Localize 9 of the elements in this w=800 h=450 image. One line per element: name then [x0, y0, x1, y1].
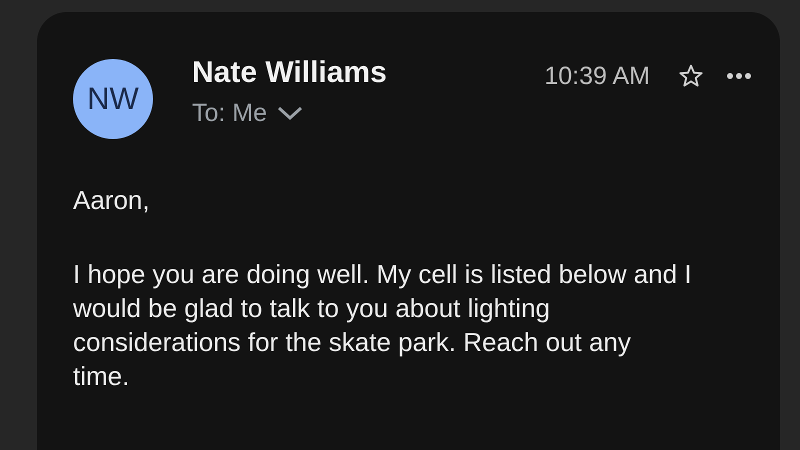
avatar: NW — [73, 59, 153, 139]
greeting-text: Aaron, — [73, 184, 151, 217]
star-icon[interactable] — [678, 63, 704, 89]
more-options-icon[interactable] — [726, 72, 752, 80]
message-paragraph: I hope you are doing well. My cell is listed below and I would be glad to talk to you about lighting considerations for the skate park. Reach out any time. — [73, 258, 693, 393]
recipient-label: To: Me — [192, 98, 268, 129]
sender-name: Nate Williams — [192, 55, 387, 91]
chevron-down-icon[interactable] — [277, 105, 304, 121]
timestamp: 10:39 AM — [544, 61, 650, 92]
